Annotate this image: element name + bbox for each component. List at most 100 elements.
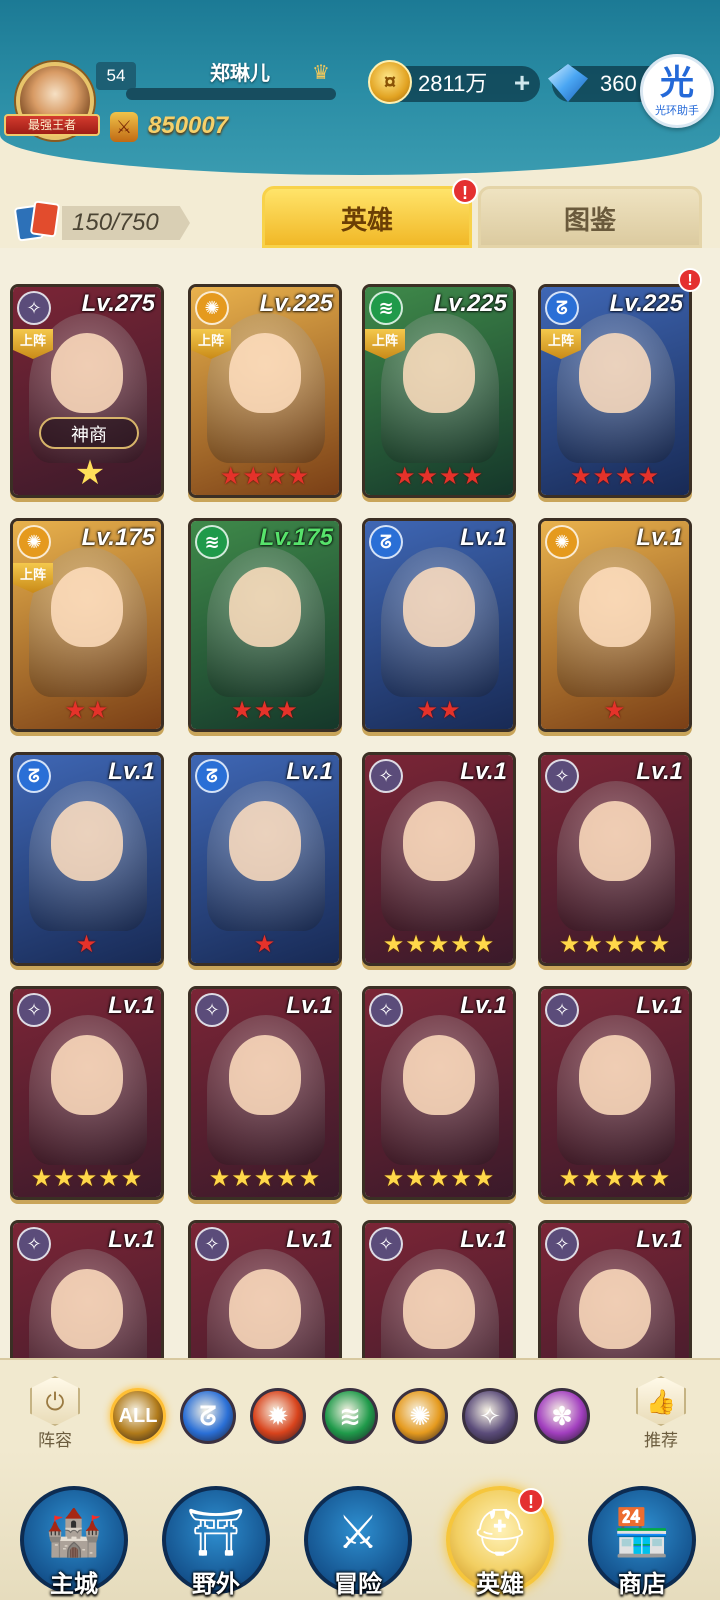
star-rating: ★★★★★ — [30, 1165, 144, 1192]
hero-card[interactable]: ✧ Lv.1 — [362, 1220, 516, 1358]
hero-face — [51, 1035, 123, 1115]
hero-face — [403, 1035, 475, 1115]
recommend-button[interactable]: 👍 推荐 — [626, 1376, 696, 1456]
helmet-icon: ⛑ — [470, 1506, 530, 1558]
filter-dark-element-icon[interactable]: ✧ — [462, 1388, 518, 1444]
star-rating: ★★★ — [231, 697, 299, 724]
add-gold-button[interactable]: + — [508, 69, 536, 98]
cards-icon — [13, 200, 61, 242]
hero-level: Lv.1 — [636, 758, 683, 785]
hero-face — [229, 333, 301, 413]
star-rating: ★★★★★ — [558, 931, 672, 958]
hero-face — [51, 567, 123, 647]
hero-card[interactable]: ✧ Lv.1 — [188, 1220, 342, 1358]
hero-card[interactable]: ✧ Lv.1 ★★★★★ — [10, 986, 164, 1200]
lineup-button[interactable]: ⏻ 阵容 — [20, 1376, 90, 1456]
nav-item[interactable]: ⛩ 野外 — [162, 1486, 270, 1600]
hero-card[interactable]: ✺ Lv.225 上阵 ★★★★ — [188, 284, 342, 498]
portal-icon: ⛩ — [186, 1506, 246, 1558]
hero-card[interactable]: ✧ Lv.1 ★★★★★ — [538, 986, 692, 1200]
thumbs-up-icon: 👍 — [636, 1376, 686, 1426]
nav-label: 英雄 — [476, 1571, 524, 1598]
hero-level: Lv.225 — [259, 290, 333, 317]
filter-arcane-element-icon[interactable]: ✽ — [534, 1388, 590, 1444]
hero-level: Lv.1 — [286, 758, 333, 785]
star-rating: ★★★★ — [569, 463, 661, 490]
nav-label: 野外 — [192, 1571, 240, 1598]
hero-face — [51, 801, 123, 881]
lineup-icon: ⏻ — [30, 1376, 80, 1426]
filter-light-element-icon[interactable]: ✺ — [392, 1388, 448, 1444]
hero-card[interactable]: ✧ Lv.1 ★★★★★ — [538, 752, 692, 966]
hero-card[interactable]: ✧ Lv.1 — [10, 1220, 164, 1358]
hero-level: Lv.1 — [460, 758, 507, 785]
lineup-label: 阵容 — [38, 1431, 72, 1450]
filter-wind-element-icon[interactable]: ≋ — [322, 1388, 378, 1444]
hero-card[interactable]: ✧ Lv.1 ★★★★★ — [362, 752, 516, 966]
power-shield-icon: ⚔ — [110, 112, 138, 142]
hero-card[interactable]: ✧ Lv.1 — [538, 1220, 692, 1358]
winged-star-icon: ★ — [74, 454, 106, 492]
filter-fire-element-icon[interactable]: ✹ — [250, 1388, 306, 1444]
nav-item[interactable]: 🏰 主城 — [20, 1486, 128, 1600]
hero-level: Lv.1 — [460, 524, 507, 551]
star-rating: ★ — [603, 697, 627, 724]
hero-level: Lv.1 — [636, 992, 683, 1019]
gold-amount: 2811万 — [418, 71, 488, 96]
hero-card[interactable]: ᘔ Lv.1 ★ — [188, 752, 342, 966]
helper-label: 光环助手 — [655, 105, 699, 117]
star-rating: ★★★★★ — [382, 1165, 496, 1192]
sword-icon: ⚔ — [337, 1506, 379, 1558]
hero-card[interactable]: ✺ Lv.1 ★ — [538, 518, 692, 732]
hero-card[interactable]: ᘔ Lv.1 ★★ — [362, 518, 516, 732]
hero-level: Lv.1 — [108, 992, 155, 1019]
star-rating: ★★ — [64, 697, 110, 724]
hero-card[interactable]: ᘔ Lv.225 上阵 ★★★★ — [538, 284, 692, 498]
rank-title-badge: 最强王者 — [4, 114, 100, 136]
star-rating: ★★★★ — [393, 463, 485, 490]
hero-level: Lv.175 — [259, 524, 333, 551]
tab-heroes-alert-badge: ! — [452, 178, 478, 204]
gold-coin-icon: ¤ — [368, 60, 412, 104]
hero-level: Lv.1 — [286, 1226, 333, 1253]
hero-level: Lv.1 — [460, 992, 507, 1019]
hero-level: Lv.1 — [460, 1226, 507, 1253]
hero-level: Lv.225 — [609, 290, 683, 317]
filter-all-button[interactable]: ALL — [110, 1388, 166, 1444]
nav-label: 主城 — [50, 1571, 98, 1598]
hero-card[interactable]: ≋ Lv.225 上阵 ★★★★ — [362, 284, 516, 498]
hero-face — [579, 333, 651, 413]
power-value: 850007 — [148, 112, 229, 139]
filter-water-element-icon[interactable]: ᘔ — [180, 1388, 236, 1444]
hero-level: Lv.1 — [108, 1226, 155, 1253]
roster-count: 150/750 — [72, 209, 159, 236]
star-rating: ★★★★ — [219, 463, 311, 490]
tab-codex[interactable]: 图鉴 — [478, 186, 702, 248]
nav-label: 商店 — [618, 1571, 666, 1598]
player-level: 54 — [96, 62, 136, 90]
hero-level: Lv.175 — [81, 524, 155, 551]
hero-level: Lv.225 — [433, 290, 507, 317]
nav-item[interactable]: ⚔ 冒险 — [304, 1486, 412, 1600]
hero-face — [403, 333, 475, 413]
hero-card[interactable]: ✧ Lv.1 ★★★★★ — [188, 986, 342, 1200]
hero-face — [229, 1269, 301, 1349]
helper-assistant-button[interactable]: 光 光环助手 — [640, 54, 714, 128]
hero-card[interactable]: ✧ Lv.1 ★★★★★ — [362, 986, 516, 1200]
hero-card[interactable]: ✧ Lv.275 上阵 神商 ★ — [10, 284, 164, 498]
crown-icon: ♛ — [312, 62, 330, 84]
xp-bar — [126, 88, 336, 100]
hero-face — [579, 1269, 651, 1349]
tab-heroes[interactable]: 英雄 — [262, 186, 472, 248]
hero-card[interactable]: ✺ Lv.175 上阵 ★★ — [10, 518, 164, 732]
nav-item[interactable]: 🏪 商店 — [588, 1486, 696, 1600]
hero-face — [579, 567, 651, 647]
hero-face — [229, 567, 301, 647]
hero-face — [403, 1269, 475, 1349]
hero-face — [51, 333, 123, 413]
hero-level: Lv.1 — [636, 524, 683, 551]
hero-card[interactable]: ᘔ Lv.1 ★ — [10, 752, 164, 966]
hero-card[interactable]: ≋ Lv.175 ★★★ — [188, 518, 342, 732]
star-rating: ★★★★★ — [558, 1165, 672, 1192]
nav-label: 冒险 — [334, 1571, 382, 1598]
